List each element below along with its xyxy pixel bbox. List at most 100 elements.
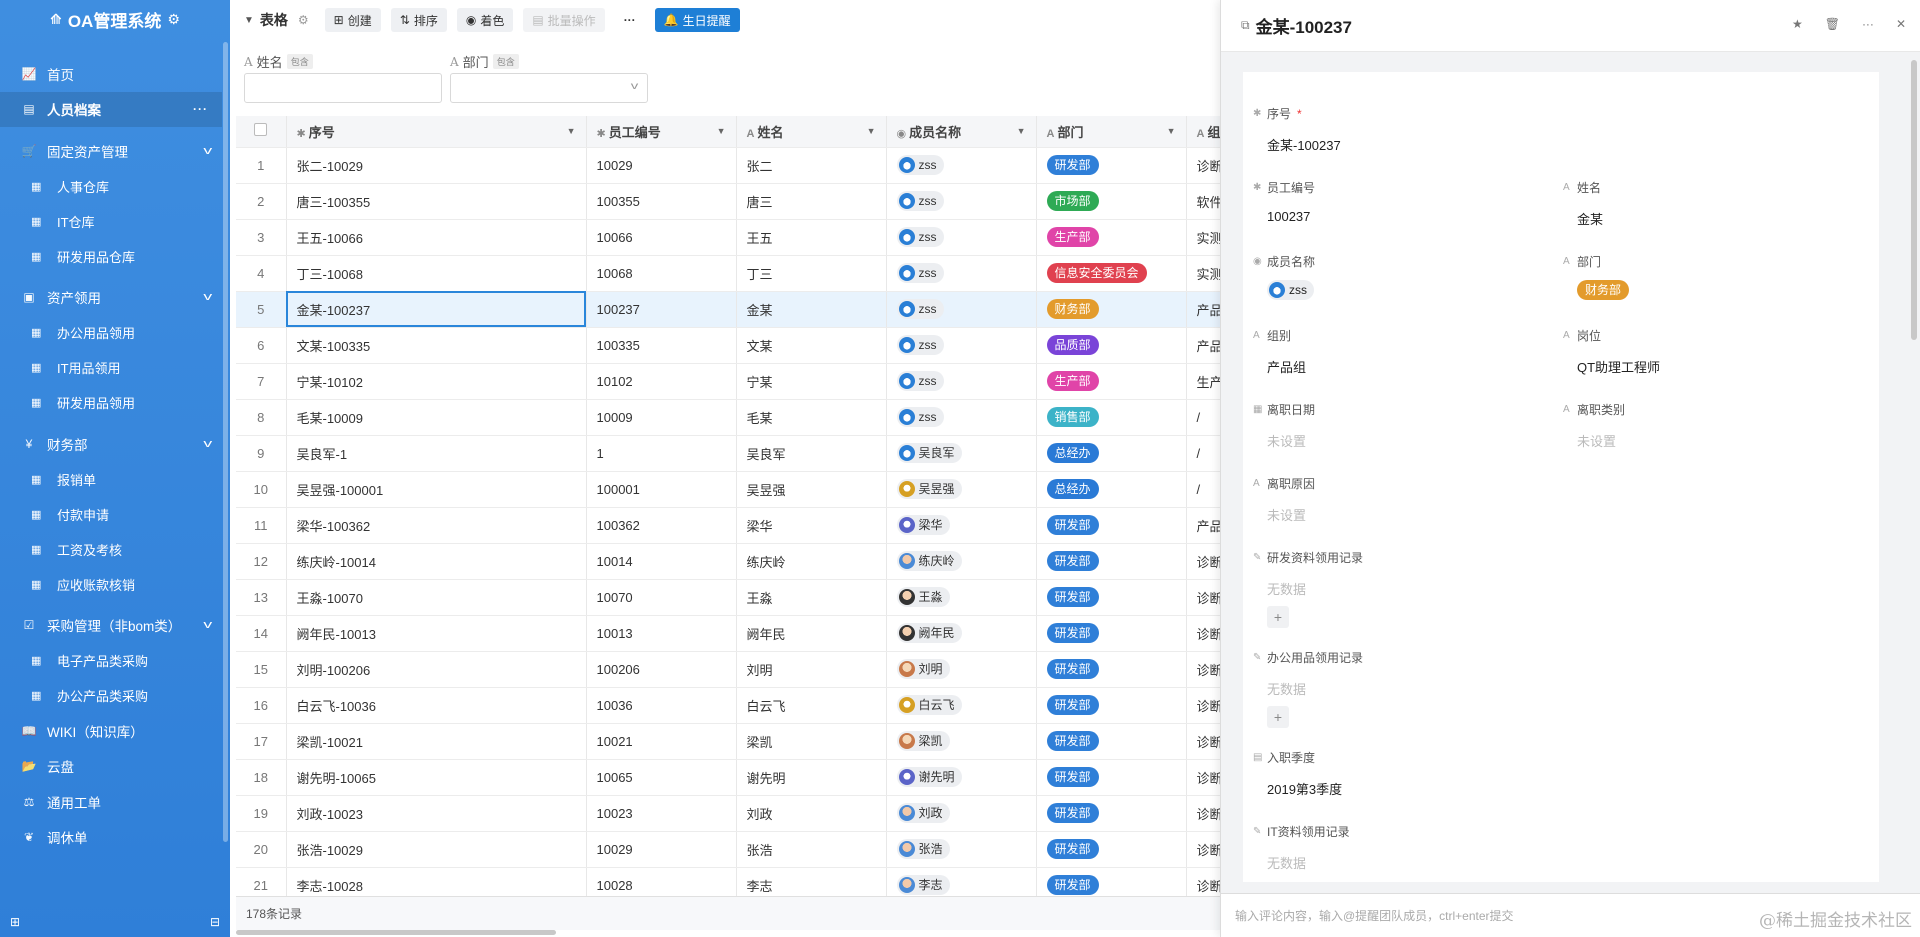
- member-chip[interactable]: 李志: [896, 874, 950, 895]
- cell-group[interactable]: 诊断: [1186, 723, 1220, 760]
- add-icon[interactable]: ⊞: [10, 915, 20, 929]
- cell-group[interactable]: 诊断: [1186, 795, 1220, 832]
- cell-group[interactable]: 实测: [1186, 255, 1220, 292]
- cell-seq[interactable]: 唐三-100355: [286, 183, 587, 220]
- cell-group[interactable]: 产品: [1186, 327, 1220, 364]
- field-seq[interactable]: ✱ 序号 * 金某-100237: [1253, 105, 1341, 154]
- cell-name[interactable]: 王五: [736, 219, 887, 256]
- cell-dept[interactable]: 研发部: [1036, 759, 1187, 796]
- table-row[interactable]: 6 文某-100335 100335 文某 zss 品质部 产品: [236, 327, 1220, 364]
- cell-member[interactable]: 白云飞: [886, 687, 1037, 724]
- cell-emp-no[interactable]: 10013: [586, 615, 737, 652]
- cell-emp-no[interactable]: 10029: [586, 147, 737, 184]
- sort-button[interactable]: ⇅ 排序: [390, 8, 447, 32]
- cell-seq[interactable]: 文某-100335: [286, 327, 587, 364]
- cell-name[interactable]: 唐三: [736, 183, 887, 220]
- cell-seq[interactable]: 吴良军-1: [286, 435, 587, 472]
- cell-seq[interactable]: 丁三-10068: [286, 255, 587, 292]
- cell-dept[interactable]: 总经办: [1036, 435, 1187, 472]
- table-row[interactable]: 9 吴良军-1 1 吴良军 吴良军 总经办 /: [236, 435, 1220, 472]
- table-row[interactable]: 20 张浩-10029 10029 张浩 张浩 研发部 诊断: [236, 831, 1220, 868]
- cell-emp-no[interactable]: 10023: [586, 795, 737, 832]
- cell-name[interactable]: 丁三: [736, 255, 887, 292]
- field-leave-reason[interactable]: A 离职原因 未设置: [1253, 475, 1315, 524]
- table-row[interactable]: 17 梁凯-10021 10021 梁凯 梁凯 研发部 诊断: [236, 723, 1220, 760]
- cell-member[interactable]: zss: [886, 291, 1037, 328]
- member-chip[interactable]: zss: [896, 190, 944, 211]
- cell-group[interactable]: 实测: [1186, 219, 1220, 256]
- cell-member[interactable]: 谢先明: [886, 759, 1037, 796]
- more-icon[interactable]: ···: [193, 102, 208, 116]
- cell-member[interactable]: 练庆岭: [886, 543, 1037, 580]
- add-record-button[interactable]: +: [1267, 706, 1289, 728]
- caret-down-icon[interactable]: ▼: [1167, 126, 1176, 136]
- cell-seq[interactable]: 刘明-100206: [286, 651, 587, 688]
- view-settings-icon[interactable]: ⚙: [298, 13, 309, 27]
- table-row[interactable]: 5 金某-100237 100237 金某 zss 财务部 产品: [236, 291, 1220, 328]
- collapse-sidebar-icon[interactable]: ⊟: [210, 915, 220, 929]
- cell-group[interactable]: 生产: [1186, 363, 1220, 400]
- sidebar-item-14[interactable]: ▦ 应收账款核销: [0, 567, 222, 602]
- cell-group[interactable]: /: [1186, 399, 1220, 436]
- member-chip[interactable]: 张浩: [896, 838, 950, 859]
- member-chip[interactable]: 阙年民: [896, 622, 962, 643]
- sidebar-item-10[interactable]: ¥ 财务部 v: [0, 426, 222, 462]
- trash-icon[interactable]: 🗑: [1825, 17, 1840, 31]
- add-record-button[interactable]: +: [1267, 606, 1289, 628]
- cell-emp-no[interactable]: 10070: [586, 579, 737, 616]
- cell-dept[interactable]: 研发部: [1036, 831, 1187, 868]
- sidebar-item-0[interactable]: 📈 首页: [0, 56, 222, 92]
- member-chip[interactable]: zss: [896, 298, 944, 319]
- field-leave-type[interactable]: A 离职类别 未设置: [1563, 401, 1625, 450]
- column-header-seq[interactable]: ✱ 序号 ▼: [286, 116, 587, 148]
- sidebar-item-11[interactable]: ▦ 报销单: [0, 462, 222, 497]
- cell-seq[interactable]: 吴昱强-100001: [286, 471, 587, 508]
- field-name[interactable]: A 姓名 金某: [1563, 179, 1603, 228]
- cell-dept[interactable]: 财务部: [1036, 291, 1187, 328]
- table-row[interactable]: 2 唐三-100355 100355 唐三 zss 市场部 软件: [236, 183, 1220, 220]
- cell-group[interactable]: 诊断: [1186, 615, 1220, 652]
- select-all-checkbox[interactable]: [236, 116, 287, 148]
- field-group[interactable]: A 组别 产品组: [1253, 327, 1306, 376]
- cell-seq[interactable]: 王五-10066: [286, 219, 587, 256]
- cell-group[interactable]: 产品: [1186, 507, 1220, 544]
- table-row[interactable]: 16 白云飞-10036 10036 白云飞 白云飞 研发部 诊断: [236, 687, 1220, 724]
- cell-name[interactable]: 刘政: [736, 795, 887, 832]
- cell-name[interactable]: 王淼: [736, 579, 887, 616]
- cell-member[interactable]: zss: [886, 183, 1037, 220]
- field-post[interactable]: A 岗位 QT助理工程师: [1563, 327, 1660, 376]
- cell-member[interactable]: 李志: [886, 867, 1037, 896]
- cell-emp-no[interactable]: 10065: [586, 759, 737, 796]
- cell-emp-no[interactable]: 100355: [586, 183, 737, 220]
- cell-seq[interactable]: 张浩-10029: [286, 831, 587, 868]
- cell-dept[interactable]: 市场部: [1036, 183, 1187, 220]
- cell-seq[interactable]: 谢先明-10065: [286, 759, 587, 796]
- cell-group[interactable]: 诊断: [1186, 147, 1220, 184]
- cell-emp-no[interactable]: 10068: [586, 255, 737, 292]
- cell-emp-no[interactable]: 10028: [586, 867, 737, 896]
- sidebar-scrollbar[interactable]: [223, 42, 228, 842]
- view-switcher[interactable]: ▼ 表格: [244, 10, 288, 30]
- table-row[interactable]: 8 毛某-10009 10009 毛某 zss 销售部 /: [236, 399, 1220, 436]
- cell-dept[interactable]: 研发部: [1036, 507, 1187, 544]
- sidebar-item-4[interactable]: ▦ IT仓库: [0, 204, 222, 239]
- member-chip[interactable]: zss: [896, 262, 944, 283]
- cell-emp-no[interactable]: 10009: [586, 399, 737, 436]
- member-chip[interactable]: 白云飞: [896, 694, 962, 715]
- sidebar-item-20[interactable]: ⚖ 通用工单: [0, 784, 222, 820]
- member-chip[interactable]: zss: [896, 154, 944, 175]
- cell-member[interactable]: zss: [886, 147, 1037, 184]
- member-chip[interactable]: 吴良军: [896, 442, 962, 463]
- cell-group[interactable]: /: [1186, 471, 1220, 508]
- cell-emp-no[interactable]: 10102: [586, 363, 737, 400]
- dept-filter-select[interactable]: v: [450, 73, 648, 103]
- cell-member[interactable]: 阙年民: [886, 615, 1037, 652]
- batch-button[interactable]: ▤ 批量操作: [523, 8, 605, 32]
- cell-name[interactable]: 谢先明: [736, 759, 887, 796]
- field-dept[interactable]: A 部门 财务部: [1563, 253, 1630, 300]
- cell-name[interactable]: 李志: [736, 867, 887, 896]
- cell-seq[interactable]: 练庆岭-10014: [286, 543, 587, 580]
- cell-group[interactable]: 诊断: [1186, 543, 1220, 580]
- cell-emp-no[interactable]: 10066: [586, 219, 737, 256]
- cell-dept[interactable]: 研发部: [1036, 867, 1187, 896]
